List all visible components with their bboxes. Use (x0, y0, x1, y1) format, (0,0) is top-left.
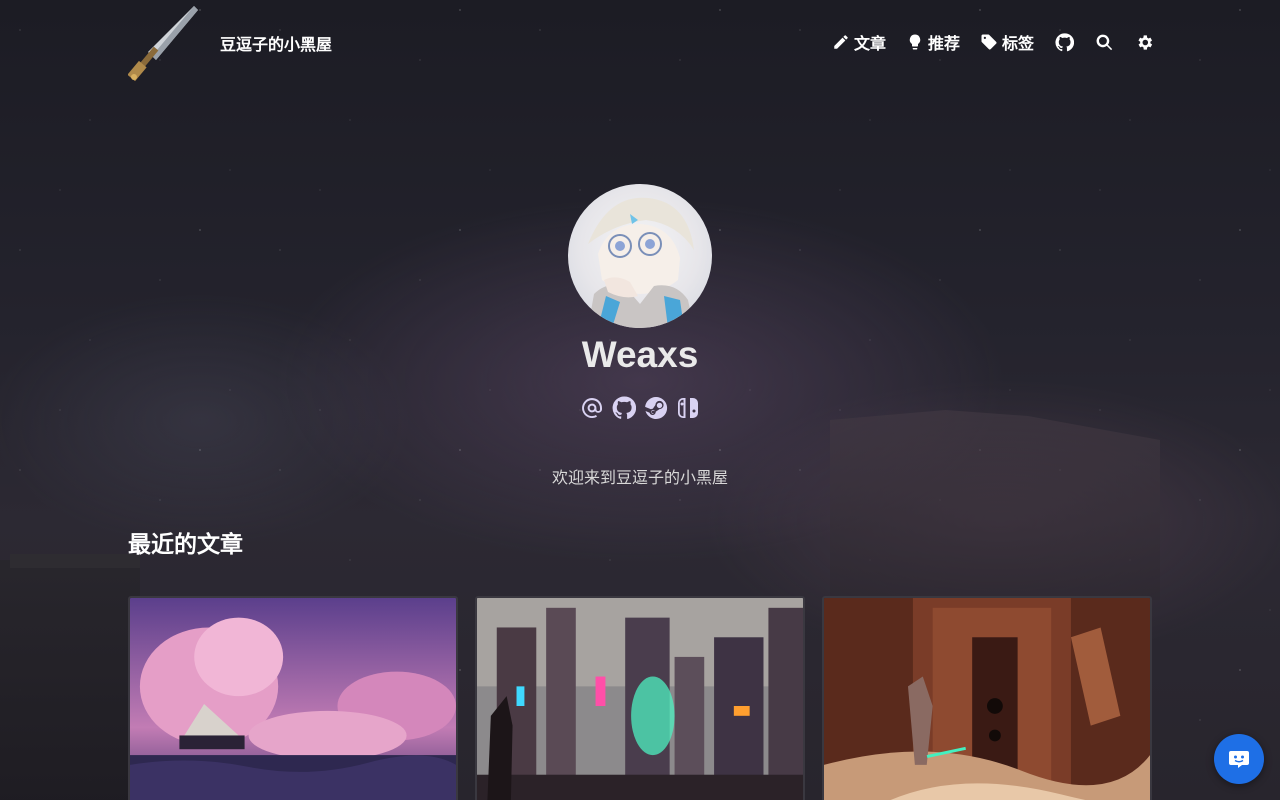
post-card[interactable] (475, 596, 805, 800)
pencil-icon (834, 35, 848, 49)
main-nav: 文章 推荐 标签 (832, 30, 1154, 54)
at-icon[interactable] (580, 396, 604, 420)
recent-posts-list (128, 596, 1152, 800)
steam-icon[interactable] (644, 396, 668, 420)
temple-silhouette (830, 410, 1160, 600)
sword-logo-icon[interactable] (127, 4, 200, 82)
nav-articles-label: 文章 (853, 34, 886, 53)
search-icon[interactable] (1094, 32, 1114, 52)
nav-tags-label: 标签 (1001, 34, 1034, 53)
post-card[interactable] (822, 596, 1152, 800)
post-cover-image (477, 598, 803, 800)
post-cover-image (824, 598, 1150, 800)
profile-name: Weaxs (581, 334, 699, 375)
tag-icon (981, 34, 997, 50)
github-icon[interactable] (1054, 32, 1074, 52)
post-card[interactable] (128, 596, 458, 800)
gear-icon[interactable] (1134, 32, 1154, 52)
nav-articles[interactable]: 文章 (832, 30, 886, 54)
nav-tags[interactable]: 标签 (980, 30, 1034, 54)
github-icon[interactable] (612, 396, 636, 420)
nav-recommend[interactable]: 推荐 (906, 30, 960, 54)
switch-icon[interactable] (676, 396, 700, 420)
nav-recommend-label: 推荐 (927, 34, 960, 53)
site-title[interactable]: 豆逗子的小黑屋 (220, 31, 332, 55)
avatar[interactable] (568, 184, 712, 328)
site-header: 豆逗子的小黑屋 文章 推荐 标签 (0, 0, 1280, 84)
chat-button[interactable] (1214, 734, 1264, 784)
post-cover-image (130, 598, 456, 800)
ruins-silhouette (0, 554, 140, 800)
lightbulb-icon (909, 34, 921, 50)
social-links (580, 396, 700, 420)
recent-posts-title: 最近的文章 (128, 532, 243, 558)
chat-bot-icon (1229, 751, 1249, 768)
tagline: 欢迎来到豆逗子的小黑屋 (551, 468, 728, 487)
